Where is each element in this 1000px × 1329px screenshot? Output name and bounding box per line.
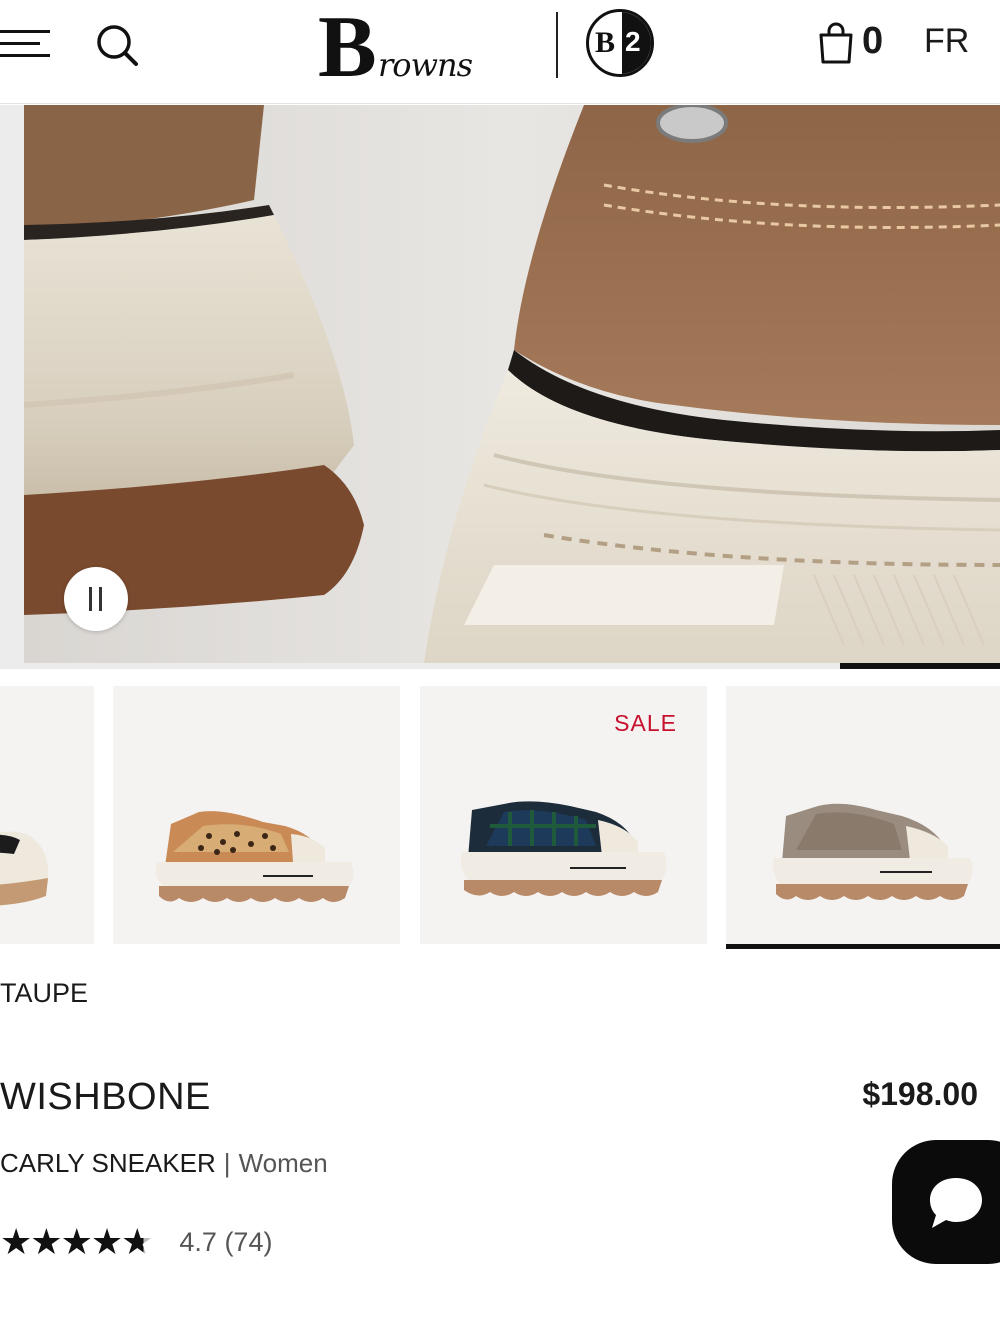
- cart-count[interactable]: 0: [862, 20, 883, 63]
- color-swatch-plaid[interactable]: SALE: [420, 686, 707, 944]
- rating-summary: 4.7 (74): [179, 1226, 273, 1257]
- product-gender: Women: [238, 1148, 328, 1178]
- b2-logo[interactable]: B 2: [586, 9, 654, 77]
- b2-number: 2: [625, 26, 641, 57]
- chat-button[interactable]: [892, 1140, 1000, 1264]
- sale-badge: SALE: [614, 710, 677, 736]
- slideshow-progress-fill: [840, 663, 1000, 669]
- b2-letter: B: [595, 26, 616, 59]
- language-toggle[interactable]: FR: [924, 22, 969, 61]
- selected-color-name: TAUPE: [0, 978, 89, 1008]
- sneaker-closeup-image: [24, 105, 1000, 663]
- browns-logo[interactable]: B rowns: [318, 4, 528, 92]
- chat-bubble-icon: [930, 1178, 982, 1228]
- star-icon: ★: [60, 1221, 93, 1262]
- search-icon[interactable]: [94, 22, 140, 68]
- color-swatch-leopard[interactable]: [113, 686, 400, 944]
- star-icon: ★: [0, 1221, 33, 1262]
- pause-icon-bar: [99, 587, 102, 611]
- color-swatch-partial[interactable]: [0, 686, 94, 944]
- previous-slide-peek: [0, 105, 24, 663]
- product-rating[interactable]: ★ ★ ★ ★ ★ 4.7 (74): [0, 1222, 272, 1262]
- b2-dark-half: 2: [622, 12, 651, 74]
- star-icon: ★: [90, 1221, 124, 1262]
- product-name: CARLY SNEAKER: [0, 1148, 216, 1178]
- logo-divider: [556, 12, 558, 78]
- site-header: B rowns B 2 0 FR: [0, 0, 1000, 104]
- hero-product-image[interactable]: [0, 105, 1000, 663]
- selected-swatch-indicator: [726, 944, 1000, 949]
- product-subtitle: CARLY SNEAKER | Women: [0, 1148, 328, 1179]
- pause-button[interactable]: [64, 567, 128, 631]
- pause-icon: [89, 587, 92, 611]
- shopping-bag-icon[interactable]: [816, 22, 856, 66]
- menu-icon[interactable]: [0, 24, 54, 64]
- logo-script: rowns: [378, 46, 473, 84]
- product-brand[interactable]: WISHBONE: [0, 1076, 211, 1119]
- logo-initial: B: [318, 0, 377, 96]
- color-swatch-taupe[interactable]: [726, 686, 1000, 944]
- star-rating: ★ ★ ★ ★ ★: [0, 1221, 154, 1262]
- star-icon: ★: [30, 1221, 63, 1262]
- product-price: $198.00: [862, 1076, 978, 1112]
- subtitle-separator: |: [223, 1148, 231, 1178]
- star-icon: ★: [121, 1221, 154, 1262]
